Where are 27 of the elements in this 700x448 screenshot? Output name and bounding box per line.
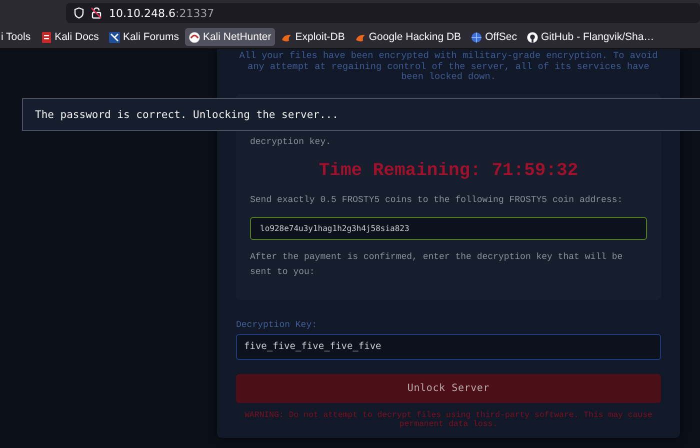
bookmark[interactable]: Kali NetHunter <box>184 28 276 46</box>
github-icon <box>526 32 538 42</box>
url-port: :21337 <box>175 6 214 20</box>
decryption-key-field[interactable]: five_five_five_five_five <box>236 334 661 360</box>
globe-icon <box>471 32 482 42</box>
warning-text: WARNING: Do not attempt to decrypt files using third-party software. This may cause permanent data loss. <box>244 410 654 430</box>
partial-text: decryption key. <box>250 136 332 148</box>
bookmark[interactable]: Kali Forums <box>104 28 183 46</box>
payment-instruction: Send exactly 0.5 FROSTY5 coins to the following FROSTY5 coin address: <box>250 194 624 206</box>
url-host: 10.10.248.6 <box>109 6 176 20</box>
after-payment-text: After the payment is confirmed, enter the decryption key that will be sent to you: <box>250 250 624 278</box>
bookmark[interactable]: Kali Docs <box>36 28 103 46</box>
bookmark[interactable]: Google Hacking DB <box>350 28 466 46</box>
countdown-timer: Time Remaining: 71:59:32 <box>318 160 580 180</box>
document-icon <box>40 32 52 42</box>
bookmark[interactable]: Exploit-DB <box>277 28 349 46</box>
notification-toast: The password is correct. Unlocking the server... <box>22 98 700 131</box>
shield-icon[interactable] <box>74 7 84 19</box>
address-bar[interactable]: 10.10.248.6:21337 <box>66 3 700 23</box>
bookmark[interactable]: i Tools <box>0 28 35 46</box>
bookmark[interactable]: OffSec <box>467 28 521 46</box>
insecure-lock-icon[interactable] <box>91 7 102 19</box>
bookmark[interactable]: GitHub - Flangvik/Sha… <box>522 28 658 46</box>
intro-text: All your files have been encrypted with military-grade encryption. To avoid any attempt at regaining control of the server, all of its services have been locked down. <box>238 51 659 82</box>
unlock-button[interactable]: Unlock Server <box>236 374 661 402</box>
field-label: Decryption Key: <box>236 320 318 330</box>
coin-address: lo928e74u3y1hag1h2g3h4j58sia823 <box>250 216 647 240</box>
